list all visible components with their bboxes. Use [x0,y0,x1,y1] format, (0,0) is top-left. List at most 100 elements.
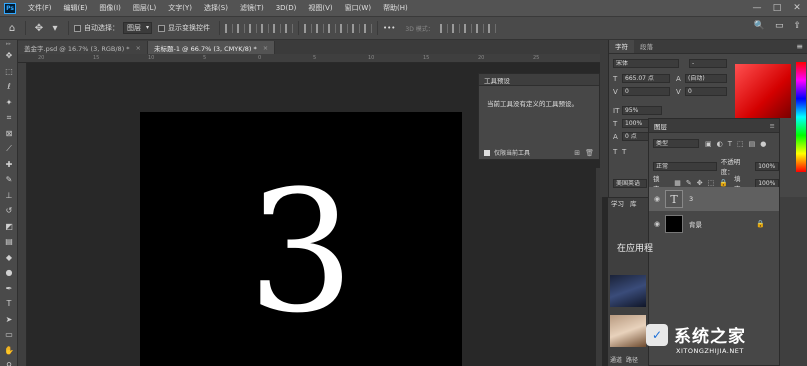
vertical-scale-field[interactable]: 95% [622,106,662,115]
font-size-field[interactable]: 665.07 点 [622,74,670,83]
tab-learn[interactable]: 学习 [608,198,627,210]
layer-row[interactable]: ◉ T 3 [649,187,779,211]
tab-paths[interactable]: 路径 [626,355,638,364]
dodge-tool-icon[interactable]: ● [0,265,18,281]
filter-adjustment-icon[interactable]: ◐ [717,140,723,148]
more-options-button[interactable]: ••• [383,24,395,32]
collapse-toolbar-icon[interactable]: ▸▸ [0,40,17,48]
close-icon[interactable]: × [263,44,268,52]
blend-mode-select[interactable]: 正常 [653,161,717,171]
filter-toggle-icon[interactable]: ● [760,140,766,148]
3d-pan-icon[interactable] [463,23,472,33]
eyedropper-tool-icon[interactable]: ⟋ [0,141,18,157]
color-picker-field[interactable] [735,64,791,118]
stamp-tool-icon[interactable]: ⊥ [0,188,18,204]
tab-channels[interactable]: 通道 [610,355,622,364]
hue-slider[interactable] [796,62,806,172]
menu-3d[interactable]: 3D(D) [270,0,303,16]
current-tool-only-checkbox[interactable] [484,149,490,156]
filter-shape-icon[interactable]: ⬚ [737,140,744,148]
lock-transparency-icon[interactable]: ▦ [674,179,681,187]
distribute-vcenter-icon[interactable] [316,23,324,33]
menu-image[interactable]: 图像(I) [93,0,127,16]
auto-select-checkbox[interactable] [74,24,81,32]
panel-menu-icon[interactable]: ≡ [732,40,807,54]
layer-filter-select[interactable]: 类型 [653,139,699,148]
distribute-hcenter-icon[interactable] [352,23,360,33]
opacity-field[interactable]: 100% [755,161,779,171]
crop-tool-icon[interactable]: ⌗ [0,110,18,126]
align-bottom-icon[interactable] [285,23,293,33]
filter-smart-object-icon[interactable]: ▤ [749,140,756,148]
3d-roll-icon[interactable] [451,23,460,33]
close-icon[interactable]: × [136,44,141,52]
lock-all-icon[interactable]: 🔒 [719,179,728,187]
document-tab-active[interactable]: 未标题-1 @ 66.7% (3, CMYK/8) * × [148,41,276,54]
menu-layer[interactable]: 图层(L) [127,0,162,16]
canvas-text-layer[interactable]: 3 [140,168,462,336]
distribute-top-icon[interactable] [304,23,312,33]
3d-slide-icon[interactable] [475,23,484,33]
distribute-left-icon[interactable] [340,23,348,33]
tab-paragraph[interactable]: 段落 [634,40,659,53]
filter-type-icon[interactable]: T [728,140,732,148]
home-icon[interactable]: ⌂ [4,20,20,36]
layer-row[interactable]: ◉ 背景 🔒 [649,212,779,236]
align-left-icon[interactable] [225,23,233,33]
zoom-tool-icon[interactable]: ⚲ [0,358,18,366]
tutorial-thumbnail[interactable] [610,275,646,307]
path-selection-tool-icon[interactable]: ➤ [0,312,18,328]
menu-select[interactable]: 选择(S) [198,0,234,16]
search-icon[interactable]: 🔍 [754,21,765,31]
menu-edit[interactable]: 编辑(E) [58,0,94,16]
3d-scale-icon[interactable] [487,23,496,33]
share-icon[interactable]: ⇪ [793,21,801,31]
document-canvas[interactable]: 3 [140,112,462,366]
align-hcenter-icon[interactable] [237,23,245,33]
tracking-field[interactable]: 0 [685,87,727,96]
pen-tool-icon[interactable]: ✒ [0,281,18,297]
frame-tool-icon[interactable]: ⊠ [0,126,18,142]
gradient-tool-icon[interactable]: ▤ [0,234,18,250]
lock-position-icon[interactable]: ✥ [697,179,703,187]
tab-libraries[interactable]: 库 [627,198,640,210]
blur-tool-icon[interactable]: ◆ [0,250,18,266]
auto-select-dropdown[interactable]: 图层 [123,22,152,34]
trash-icon[interactable]: 🗑 [585,149,594,157]
menu-view[interactable]: 视图(V) [302,0,338,16]
new-preset-icon[interactable]: ⊞ [574,149,580,157]
menu-file[interactable]: 文件(F) [22,0,58,16]
filter-pixel-icon[interactable]: ▣ [705,140,712,148]
close-icon[interactable]: ✕ [787,0,807,16]
magic-wand-tool-icon[interactable]: ✦ [0,95,18,111]
layers-title[interactable]: 图层 [654,121,667,131]
font-style-select[interactable]: - [689,59,727,68]
lock-pixels-icon[interactable]: ✎ [686,179,692,187]
move-tool-icon[interactable]: ✥ [0,48,18,64]
distribute-bottom-icon[interactable] [328,23,336,33]
eraser-tool-icon[interactable]: ◩ [0,219,18,235]
vertical-scrollbar[interactable] [596,168,602,366]
kerning-field[interactable]: 0 [622,87,670,96]
3d-orbit-icon[interactable] [439,23,448,33]
menu-help[interactable]: 帮助(H) [377,0,414,16]
maximize-icon[interactable]: □ [767,0,787,16]
workspace-icon[interactable]: ▭ [775,21,784,31]
chevron-down-icon[interactable]: ▾ [47,20,63,36]
marquee-tool-icon[interactable]: ⬚ [0,64,18,80]
menu-window[interactable]: 窗口(W) [339,0,377,16]
align-top-icon[interactable] [261,23,269,33]
type-tool-icon[interactable]: T [0,296,18,312]
hand-tool-icon[interactable]: ✋ [0,343,18,359]
document-tab[interactable]: 盖金字.psd @ 16.7% (3, RGB/8) * × [18,41,148,54]
tutorial-thumbnail[interactable] [610,315,646,347]
move-tool-icon[interactable]: ✥ [31,20,47,36]
menu-type[interactable]: 文字(Y) [162,0,198,16]
visibility-eye-icon[interactable]: ◉ [649,220,665,228]
rectangle-tool-icon[interactable]: ▭ [0,327,18,343]
history-brush-tool-icon[interactable]: ↺ [0,203,18,219]
lasso-tool-icon[interactable]: ℓ [0,79,18,95]
lock-icon[interactable]: 🔒 [756,220,765,228]
lock-artboard-icon[interactable]: ⬚ [708,179,715,187]
minimize-icon[interactable]: — [747,0,767,16]
